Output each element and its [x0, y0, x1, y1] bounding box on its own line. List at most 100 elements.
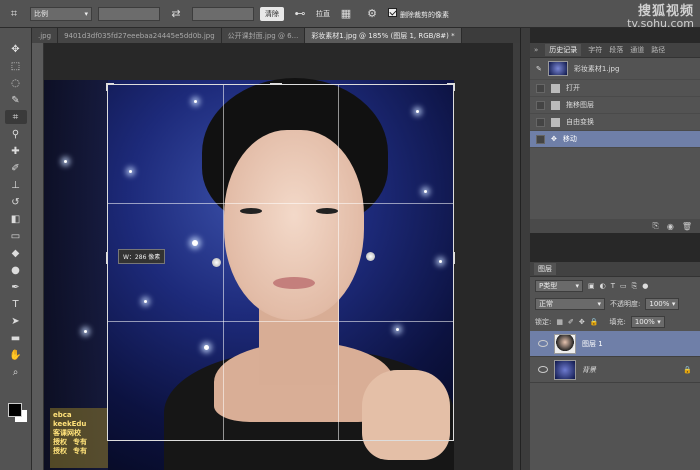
filter-adjust-icon[interactable]: ◐ — [600, 282, 606, 290]
ratio-select[interactable]: 比例 ▾ — [30, 6, 92, 21]
swap-icon[interactable]: ⇄ — [166, 4, 186, 24]
path-select-icon[interactable]: ➤ — [5, 314, 27, 328]
tab-paths[interactable]: 路径 — [651, 45, 665, 55]
straighten-label[interactable]: 拉直 — [316, 9, 330, 19]
tab-layers[interactable]: 图层 — [534, 263, 556, 275]
crop-handle-top-right[interactable] — [447, 83, 455, 91]
camera-icon[interactable]: ◉ — [667, 222, 674, 231]
lock-label: 锁定: — [535, 318, 552, 326]
logo-line: 客课网校 — [53, 429, 81, 437]
crop-tool-icon[interactable]: ⌗ — [4, 110, 27, 124]
lock-position-icon[interactable]: ✥ — [579, 318, 585, 326]
type-tool-icon[interactable]: T — [5, 297, 27, 311]
lock-all-icon[interactable]: 🔒 — [590, 318, 599, 326]
history-brush-icon[interactable]: ↺ — [5, 195, 27, 209]
layers-panel: 图层 P类型 ▾ ▣ ◐ T ▭ ⎘ ● 正常 ▾ 不透明度: 100% ▾ 锁定: … — [530, 262, 700, 470]
move-tool-icon[interactable]: ✥ — [5, 42, 27, 56]
quick-select-tool-icon[interactable]: ✎ — [5, 93, 27, 107]
tab-doc-3[interactable]: 公开课封面.jpg @ 6... — [221, 28, 306, 43]
filter-toggle-icon[interactable]: ● — [642, 282, 648, 290]
history-source-box[interactable] — [536, 134, 545, 144]
lock-transparent-icon[interactable]: ▦ — [556, 318, 563, 326]
crop-handle-right[interactable] — [447, 251, 455, 264]
history-step[interactable]: 打开 — [530, 80, 700, 97]
height-field[interactable] — [192, 6, 254, 21]
chevron-down-icon: ▾ — [597, 300, 601, 308]
history-step[interactable]: 自由变换 — [530, 114, 700, 131]
history-step-label: 拖移图层 — [566, 101, 594, 109]
layer-kind-value: P类型 — [539, 282, 558, 290]
blend-row: 正常 ▾ 不透明度: 100% ▾ — [530, 295, 700, 313]
width-field[interactable] — [98, 6, 160, 21]
hand-tool-icon[interactable]: ✋ — [5, 348, 27, 362]
history-source-box[interactable] — [536, 83, 545, 93]
gear-icon[interactable]: ⚙ — [362, 4, 382, 24]
logo-line: 专有 — [73, 447, 87, 455]
zoom-tool-icon[interactable]: ⌕ — [5, 365, 27, 379]
ratio-select-value: 比例 — [34, 9, 48, 18]
filter-type-icon[interactable]: T — [611, 282, 615, 290]
healing-brush-icon[interactable]: ✚ — [5, 144, 27, 158]
gradient-tool-icon[interactable]: ▭ — [5, 229, 27, 243]
fill-input[interactable]: 100% ▾ — [630, 316, 665, 328]
history-snapshot[interactable]: ✎ 彩妆素材1.jpg — [530, 58, 700, 80]
filter-smart-icon[interactable]: ⎘ — [632, 282, 638, 291]
dodge-tool-icon[interactable]: ● — [5, 263, 27, 277]
blend-mode-value: 正常 — [539, 300, 553, 308]
tab-paragraph[interactable]: 段落 — [609, 45, 623, 55]
logo-line: 专有 — [73, 438, 87, 446]
options-bar: ⌗ 比例 ▾ ⇄ 清除 ⊷ 拉直 ▦ ⚙ 删除裁剪的像素 — [0, 0, 700, 28]
straighten-icon[interactable]: ⊷ — [290, 4, 310, 24]
delete-cropped-checkbox[interactable]: 删除裁剪的像素 — [388, 7, 449, 20]
crop-handle-left[interactable] — [106, 251, 114, 264]
eraser-tool-icon[interactable]: ◧ — [5, 212, 27, 226]
lock-row: 锁定: ▦ ✐ ✥ 🔒 填充: 100% ▾ — [530, 313, 700, 331]
canvas-area[interactable]: ebca keekEdu 客课网校 授权 专有 授权 专有 W：286 像素 — [44, 43, 520, 470]
new-document-icon[interactable]: ⎘ — [652, 221, 658, 231]
history-brush-source-icon[interactable]: ✎ — [536, 65, 542, 73]
logo-row: 授权 专有 — [53, 438, 105, 447]
layer-kind-select[interactable]: P类型 ▾ — [535, 280, 583, 292]
document-icon — [551, 117, 560, 127]
opacity-input[interactable]: 100% ▾ — [645, 298, 680, 310]
eyedropper-tool-icon[interactable]: ⚲ — [5, 127, 27, 141]
filter-pixel-icon[interactable]: ▣ — [588, 282, 595, 290]
shape-tool-icon[interactable]: ▬ — [5, 331, 27, 345]
visibility-eye-icon[interactable] — [538, 340, 548, 347]
blend-mode-select[interactable]: 正常 ▾ — [535, 298, 605, 310]
brush-tool-icon[interactable]: ✐ — [5, 161, 27, 175]
history-source-box[interactable] — [536, 100, 545, 110]
visibility-eye-icon[interactable] — [538, 366, 548, 373]
foreground-color-swatch[interactable] — [8, 403, 22, 417]
clear-button[interactable]: 清除 — [260, 6, 284, 21]
history-step[interactable]: 拖移图层 — [530, 97, 700, 114]
marquee-tool-icon[interactable]: ⬚ — [5, 59, 27, 73]
tab-channels[interactable]: 通道 — [630, 45, 644, 55]
double-arrow-icon[interactable]: » — [534, 46, 538, 54]
trash-icon[interactable]: 🗑 — [682, 222, 692, 231]
history-source-box[interactable] — [536, 117, 545, 127]
tab-doc-2[interactable]: 9401d3df035fd27eeebaa24445e5dd0b.jpg — [58, 28, 222, 43]
logo-line: 授权 — [53, 438, 67, 446]
history-step-label: 自由变换 — [566, 118, 594, 126]
history-step-selected[interactable]: ✥ 移动 — [530, 131, 700, 148]
tab-doc-1[interactable]: .jpg — [32, 28, 59, 43]
vertical-scrollbar[interactable] — [513, 43, 520, 470]
crop-handle-top[interactable] — [270, 83, 283, 91]
tab-character[interactable]: 字符 — [588, 45, 602, 55]
tab-history[interactable]: 历史记录 — [545, 44, 582, 56]
tab-doc-active[interactable]: 彩妆素材1.jpg @ 185% (图层 1, RGB/8#) * — [305, 28, 462, 43]
delete-cropped-label: 删除裁剪的像素 — [400, 10, 449, 19]
lock-paint-icon[interactable]: ✐ — [568, 318, 574, 326]
layer-row[interactable]: 图层 1 — [530, 331, 700, 357]
lasso-tool-icon[interactable]: ◌ — [5, 76, 27, 90]
blur-tool-icon[interactable]: ◆ — [5, 246, 27, 260]
layer-row[interactable]: 背景 🔒 — [530, 357, 700, 383]
crop-grid-line — [108, 321, 453, 323]
grid-overlay-icon[interactable]: ▦ — [336, 4, 356, 24]
filter-shape-icon[interactable]: ▭ — [620, 282, 627, 290]
crop-handle-top-left[interactable] — [106, 83, 114, 91]
crop-icon[interactable]: ⌗ — [4, 4, 24, 24]
pen-tool-icon[interactable]: ✒ — [5, 280, 27, 294]
clone-stamp-icon[interactable]: ⊥ — [5, 178, 27, 192]
